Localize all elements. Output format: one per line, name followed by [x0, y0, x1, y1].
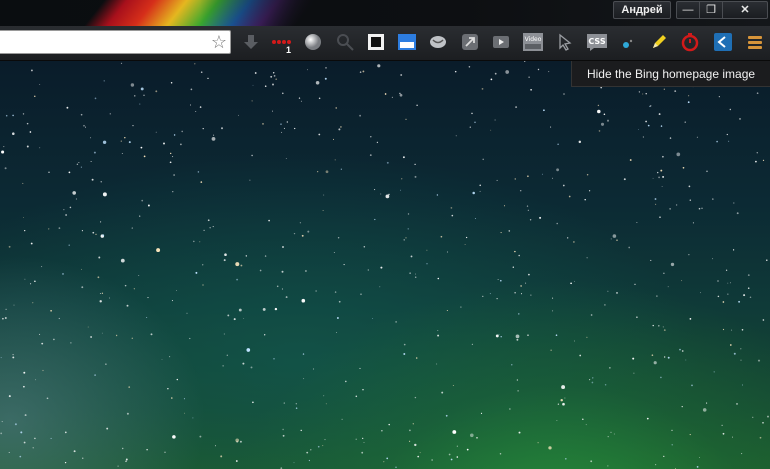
extension-badge: 1 [286, 45, 292, 55]
globe-icon[interactable] [303, 32, 323, 52]
starfield [0, 61, 769, 469]
video-downloader-icon[interactable]: Video [522, 32, 543, 52]
profile-button[interactable]: Андрей [613, 1, 671, 19]
css-icon[interactable]: CSS [586, 32, 607, 52]
menu-icon[interactable] [745, 32, 765, 52]
pencil-icon[interactable] [649, 32, 669, 52]
video-icon[interactable] [491, 32, 511, 52]
svg-text:CSS: CSS [588, 37, 605, 46]
feedly-icon[interactable] [713, 32, 733, 52]
restore-button[interactable]: ❐ [699, 1, 723, 19]
address-bar[interactable]: ☆ [0, 30, 231, 54]
bing-homepage-image [0, 61, 770, 469]
bookmark-star-icon[interactable]: ☆ [211, 32, 227, 52]
minimize-button[interactable]: — [676, 1, 700, 19]
chat-bubble-icon[interactable] [428, 32, 448, 52]
tooltip: Hide the Bing homepage image [571, 61, 770, 87]
cursor-icon[interactable] [555, 32, 575, 52]
download-icon[interactable] [241, 32, 261, 52]
close-button[interactable]: ✕ [722, 1, 768, 19]
screenshot-extension-icon[interactable] [397, 32, 417, 52]
window-icon[interactable] [366, 32, 386, 52]
svg-text:Video: Video [525, 36, 542, 43]
timer-icon[interactable] [680, 32, 700, 52]
share-arrow-icon[interactable] [460, 32, 480, 52]
dot-color-icon[interactable] [618, 32, 638, 52]
search-extension-icon[interactable] [335, 32, 355, 52]
